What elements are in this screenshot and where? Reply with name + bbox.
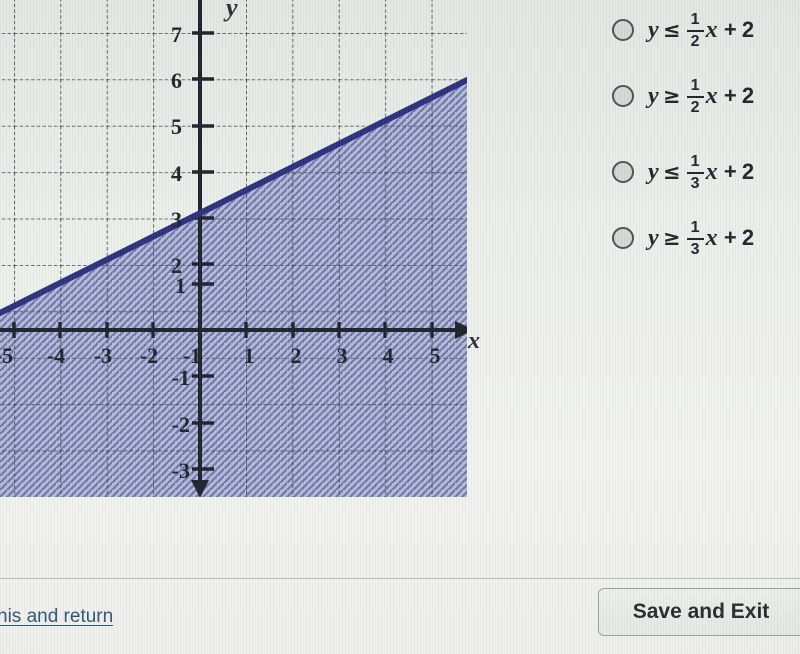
answer-option-d[interactable]: y ≥ 1 3 x + 2 <box>612 218 754 258</box>
y-tick-label: 1 <box>175 273 186 298</box>
x-tick-label: 4 <box>383 343 394 368</box>
x-tick-label: -3 <box>94 343 112 368</box>
x-tick-label: 3 <box>337 343 348 368</box>
answer-option-a[interactable]: y ≤ 1 2 x + 2 <box>612 10 754 50</box>
y-axis-label: y <box>223 0 238 22</box>
y-tick-label: 7 <box>171 22 182 47</box>
y-tick-label: 3 <box>171 207 182 232</box>
option-a-lhs: y <box>648 16 659 43</box>
screen: -5 -4 -3 -2 -1 1 2 3 4 5 7 6 5 4 3 2 1 <box>0 0 800 654</box>
radio-button-b[interactable] <box>612 85 634 107</box>
option-b-lhs: y <box>648 82 659 109</box>
option-c-fraction: 1 3 <box>686 152 704 193</box>
x-tick-label: 5 <box>430 343 441 368</box>
option-d-fraction: 1 3 <box>686 218 704 259</box>
option-c-relation: ≤ <box>662 160 681 184</box>
option-d-denominator: 3 <box>690 241 700 259</box>
option-a-constant: 2 <box>741 17 755 42</box>
option-a-variable: x <box>705 16 718 43</box>
option-d-constant: 2 <box>741 225 755 250</box>
inequality-graph: -5 -4 -3 -2 -1 1 2 3 4 5 7 6 5 4 3 2 1 <box>0 0 480 520</box>
y-tick-label: 4 <box>171 161 182 186</box>
y-tick-label: -3 <box>172 458 190 483</box>
option-d-lhs: y <box>648 224 659 251</box>
option-a-plus: + <box>723 17 737 42</box>
option-a-denominator: 2 <box>690 33 700 51</box>
option-c-numerator: 1 <box>690 152 700 170</box>
radio-button-c[interactable] <box>612 161 634 183</box>
option-b-constant: 2 <box>741 83 755 108</box>
x-tick-label: -4 <box>47 343 65 368</box>
option-d-variable: x <box>705 224 718 251</box>
option-d-numerator: 1 <box>690 218 700 236</box>
option-a-numerator: 1 <box>690 10 700 28</box>
save-and-exit-label: Save and Exit <box>632 600 770 623</box>
x-axis-label: x <box>467 328 480 354</box>
y-tick-label: 6 <box>171 68 182 93</box>
y-tick-label: -2 <box>172 412 190 437</box>
save-and-exit-button[interactable]: Save and Exit <box>598 588 800 636</box>
option-b-relation: ≥ <box>662 84 681 108</box>
y-tick-label: -1 <box>172 365 190 390</box>
answer-option-c-label: y ≤ 1 3 x + 2 <box>648 153 754 192</box>
answer-option-a-label: y ≤ 1 2 x + 2 <box>648 11 754 50</box>
option-d-relation: ≥ <box>662 226 681 250</box>
radio-button-d[interactable] <box>612 227 634 249</box>
option-b-fraction: 1 2 <box>686 76 704 117</box>
option-b-plus: + <box>723 83 737 108</box>
answer-option-b[interactable]: y ≥ 1 2 x + 2 <box>612 76 754 116</box>
option-b-variable: x <box>705 82 718 109</box>
option-d-plus: + <box>723 225 737 250</box>
y-tick-label: 5 <box>171 114 182 139</box>
option-c-denominator: 3 <box>690 175 700 193</box>
fraction-bar-icon <box>686 29 704 33</box>
x-tick-label: -2 <box>140 343 158 368</box>
option-a-relation: ≤ <box>662 18 681 42</box>
option-c-variable: x <box>705 158 718 185</box>
footer-divider <box>0 578 800 579</box>
save-and-return-link[interactable]: his and return <box>0 606 113 628</box>
option-c-constant: 2 <box>741 159 755 184</box>
option-c-plus: + <box>723 159 737 184</box>
plot-region <box>0 0 467 497</box>
fraction-bar-icon <box>686 95 704 99</box>
grid-lines <box>0 0 467 497</box>
option-b-denominator: 2 <box>690 99 700 117</box>
fraction-bar-icon <box>686 237 704 241</box>
answer-option-d-label: y ≥ 1 3 x + 2 <box>648 219 754 258</box>
option-a-fraction: 1 2 <box>686 10 704 51</box>
x-tick-label: 1 <box>244 343 255 368</box>
option-c-lhs: y <box>648 158 659 185</box>
radio-button-a[interactable] <box>612 19 634 41</box>
x-tick-label: 2 <box>291 343 302 368</box>
x-tick-label: -5 <box>0 343 13 368</box>
graph-svg: -5 -4 -3 -2 -1 1 2 3 4 5 7 6 5 4 3 2 1 <box>0 0 480 497</box>
fraction-bar-icon <box>686 171 704 175</box>
answer-option-c[interactable]: y ≤ 1 3 x + 2 <box>612 152 754 192</box>
answer-option-b-label: y ≥ 1 2 x + 2 <box>648 77 754 116</box>
option-b-numerator: 1 <box>690 76 700 94</box>
